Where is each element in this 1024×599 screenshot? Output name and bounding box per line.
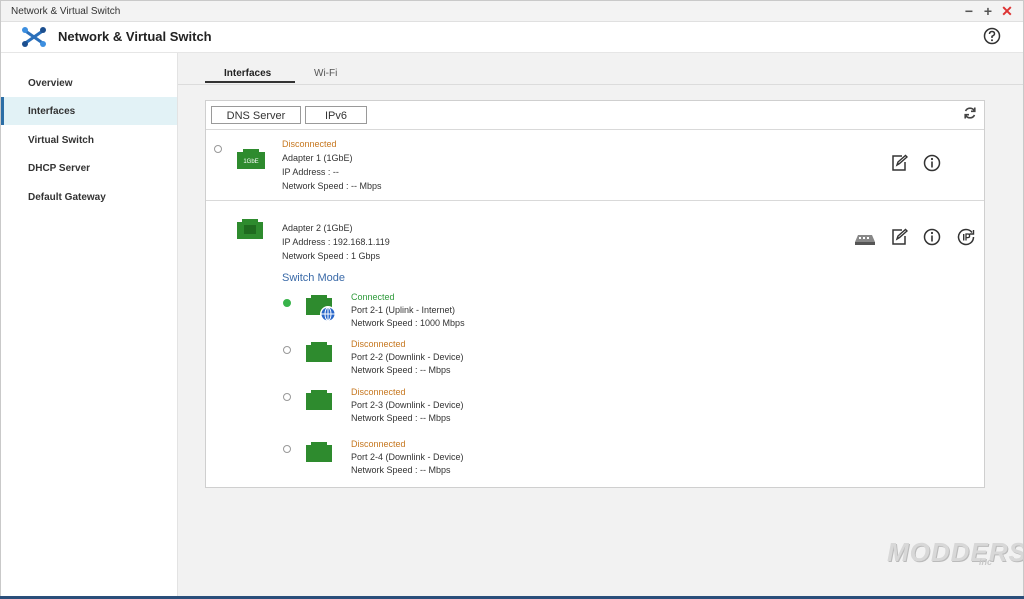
port-2-2-speed: Network Speed : -- Mbps — [351, 365, 451, 375]
port-2-1-speed: Network Speed : 1000 Mbps — [351, 318, 465, 328]
adapter-1-status: Disconnected — [282, 139, 337, 149]
watermark-sub: inc — [979, 557, 993, 567]
ethernet-port-icon — [306, 390, 332, 410]
port-2-3-speed: Network Speed : -- Mbps — [351, 413, 451, 423]
switch-mode-label: Switch Mode — [282, 272, 345, 284]
port-2-4-speed: Network Speed : -- Mbps — [351, 465, 451, 475]
adapter-1-name: Adapter 1 (1GbE) — [282, 153, 353, 163]
port-2-3-radio[interactable] — [283, 393, 291, 401]
adapter-2-ip: IP Address : 192.168.1.119 — [282, 237, 390, 247]
port-2-2-status: Disconnected — [351, 339, 406, 349]
sidebar-item-interfaces[interactable]: Interfaces — [1, 97, 177, 125]
window-title: Network & Virtual Switch — [11, 6, 121, 17]
watermark-logo: MODDERS — [887, 537, 1024, 567]
panel-toolbar: DNS Server IPv6 — [206, 101, 984, 130]
adapter-1-speed: Network Speed : -- Mbps — [282, 181, 382, 191]
port-2-2-name: Port 2-2 (Downlink - Device) — [351, 352, 464, 362]
sidebar-item-label: Overview — [28, 78, 73, 89]
sidebar-item-dhcp-server[interactable]: DHCP Server — [1, 154, 177, 182]
info-icon[interactable] — [923, 154, 941, 172]
ethernet-port-icon — [306, 295, 336, 322]
port-2-1-radio[interactable] — [283, 299, 291, 307]
main-content: Interfaces Wi-Fi DNS Server IPv6 1GbE Di… — [178, 53, 1023, 597]
edit-icon[interactable] — [890, 154, 908, 172]
globe-icon — [320, 306, 336, 322]
tab-wifi[interactable]: Wi-Fi — [314, 68, 337, 79]
nic-badge-text: 1GbE — [243, 159, 258, 165]
ethernet-port-icon — [237, 219, 263, 239]
close-button[interactable]: ✕ — [999, 3, 1015, 19]
sidebar-item-label: DHCP Server — [28, 163, 91, 174]
port-2-4-radio[interactable] — [283, 445, 291, 453]
switch-device-icon[interactable] — [854, 229, 876, 247]
sidebar-item-label: Virtual Switch — [28, 135, 94, 146]
ip-config-icon[interactable] — [957, 228, 975, 246]
ethernet-port-icon — [306, 442, 332, 462]
adapter-2-speed: Network Speed : 1 Gbps — [282, 251, 381, 261]
refresh-icon[interactable] — [963, 106, 977, 120]
network-switch-logo-icon — [22, 27, 46, 47]
port-2-1-name: Port 2-1 (Uplink - Internet) — [351, 305, 456, 315]
adapter-1-radio[interactable] — [214, 145, 222, 153]
active-tab-indicator — [205, 81, 295, 83]
adapter-1-ip: IP Address : -- — [282, 167, 339, 177]
port-2-1-status: Connected — [351, 292, 395, 302]
maximize-button[interactable]: + — [980, 3, 996, 19]
info-icon[interactable] — [923, 228, 941, 246]
port-2-3-status: Disconnected — [351, 387, 406, 397]
port-2-4-status: Disconnected — [351, 439, 406, 449]
sidebar-item-virtual-switch[interactable]: Virtual Switch — [1, 126, 177, 154]
adapter-1-row[interactable]: 1GbE Disconnected Adapter 1 (1GbE) IP Ad… — [206, 130, 984, 201]
tab-bar: Interfaces Wi-Fi — [178, 53, 1023, 85]
title-bar: Network & Virtual Switch − + ✕ — [1, 1, 1023, 22]
help-circle-icon[interactable] — [983, 27, 1001, 45]
interfaces-panel: DNS Server IPv6 1GbE Disconnected Adapte… — [205, 100, 985, 488]
app-header: Network & Virtual Switch — [1, 22, 1023, 53]
ipv6-button[interactable]: IPv6 — [305, 106, 367, 124]
port-2-3-name: Port 2-3 (Downlink - Device) — [351, 400, 464, 410]
app-window: Network & Virtual Switch − + ✕ Network &… — [0, 0, 1024, 598]
sidebar: Overview Interfaces Virtual Switch DHCP … — [1, 53, 178, 597]
ethernet-port-icon: 1GbE — [237, 149, 265, 169]
port-2-2-radio[interactable] — [283, 346, 291, 354]
app-title: Network & Virtual Switch — [58, 29, 212, 44]
sidebar-item-label: Interfaces — [28, 106, 76, 117]
sidebar-item-label: Default Gateway — [28, 192, 106, 203]
sidebar-item-overview[interactable]: Overview — [1, 69, 177, 97]
sidebar-item-default-gateway[interactable]: Default Gateway — [1, 183, 177, 211]
ethernet-port-icon — [306, 342, 332, 362]
tab-interfaces[interactable]: Interfaces — [224, 68, 271, 79]
port-2-4-name: Port 2-4 (Downlink - Device) — [351, 452, 464, 462]
dns-server-button[interactable]: DNS Server — [211, 106, 301, 124]
adapter-2-name: Adapter 2 (1GbE) — [282, 223, 353, 233]
edit-icon[interactable] — [890, 228, 908, 246]
minimize-button[interactable]: − — [961, 3, 977, 19]
